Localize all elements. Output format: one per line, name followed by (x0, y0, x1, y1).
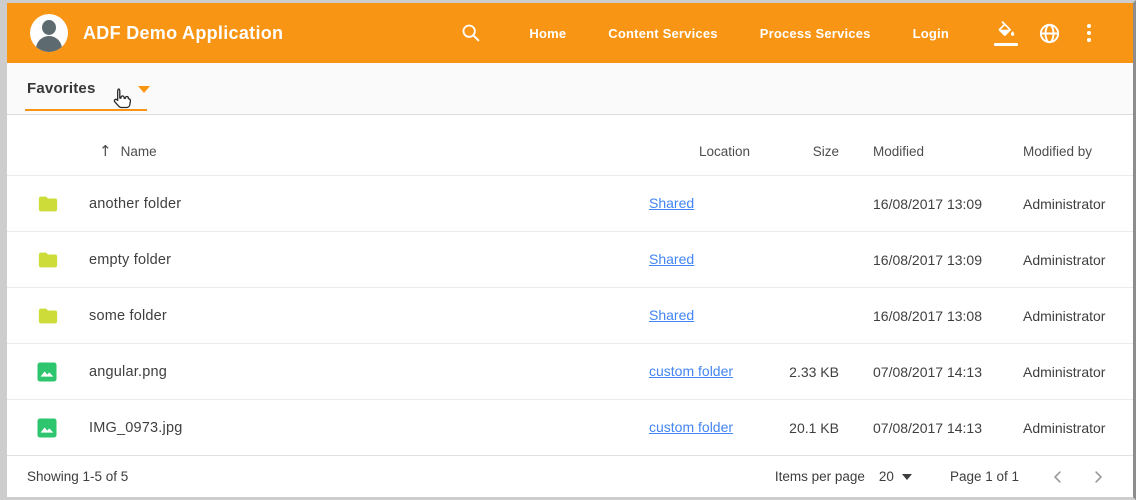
location-link[interactable]: Shared (649, 307, 694, 323)
size-cell: 20.1 KB (759, 420, 839, 436)
column-header-location[interactable]: Location (649, 144, 759, 159)
paginator-bar: Showing 1-5 of 5 Items per page 20 Page … (7, 455, 1133, 497)
table-row[interactable]: empty folder Shared 16/08/2017 13:09 Adm… (7, 231, 1133, 287)
location-link[interactable]: custom folder (649, 419, 733, 435)
file-type-icon-cell (33, 249, 89, 271)
column-header-name[interactable]: ↑ Name (89, 142, 649, 160)
nav-item-process-services[interactable]: Process Services (760, 16, 871, 51)
nav-item-home[interactable]: Home (529, 16, 566, 51)
modified-cell: 07/08/2017 14:13 (839, 364, 1023, 380)
table-row[interactable]: some folder Shared 16/08/2017 13:08 Admi… (7, 287, 1133, 343)
globe-icon[interactable] (1038, 22, 1061, 45)
cursor-pointer (109, 87, 133, 118)
tab-favorites[interactable]: Favorites (27, 80, 96, 97)
image-file-icon (37, 418, 57, 438)
file-name: empty folder (89, 252, 649, 268)
table-header-row: ↑ Name Location Size Modified Modified b… (7, 127, 1133, 175)
app-toolbar: ADF Demo Application Home Content Servic… (7, 3, 1133, 63)
search-icon[interactable] (460, 22, 482, 44)
table-row[interactable]: angular.png custom folder 2.33 KB 07/08/… (7, 343, 1133, 399)
avatar-person-icon (42, 20, 56, 35)
size-cell: 2.33 KB (759, 364, 839, 380)
table-body: another folder Shared 16/08/2017 13:09 A… (7, 175, 1133, 455)
items-per-page-value: 20 (879, 469, 894, 484)
modified-cell: 16/08/2017 13:08 (839, 308, 1023, 324)
file-type-icon-cell (33, 418, 89, 438)
file-name: IMG_0973.jpg (89, 420, 649, 436)
table-row[interactable]: another folder Shared 16/08/2017 13:09 A… (7, 175, 1133, 231)
main-nav: Home Content Services Process Services L… (508, 16, 970, 51)
dropdown-caret-icon (902, 474, 912, 480)
showing-range-label: Showing 1-5 of 5 (27, 469, 128, 484)
column-header-size[interactable]: Size (759, 144, 839, 159)
file-name: another folder (89, 196, 649, 212)
nav-item-content-services[interactable]: Content Services (608, 16, 717, 51)
next-page-button[interactable] (1085, 464, 1111, 490)
user-avatar[interactable] (30, 14, 68, 52)
file-name: some folder (89, 308, 649, 324)
table-row[interactable]: IMG_0973.jpg custom folder 20.1 KB 07/08… (7, 399, 1133, 455)
location-cell: custom folder (649, 419, 759, 436)
location-cell: Shared (649, 307, 759, 324)
location-cell: Shared (649, 251, 759, 268)
modified-by-cell: Administrator (1023, 420, 1123, 436)
chevron-down-icon[interactable] (138, 86, 150, 93)
items-per-page-label: Items per page (775, 469, 865, 484)
page-status: Page 1 of 1 (950, 469, 1019, 484)
column-header-modified[interactable]: Modified (839, 144, 1023, 159)
folder-icon (37, 305, 59, 327)
location-link[interactable]: Shared (649, 195, 694, 211)
modified-by-cell: Administrator (1023, 364, 1123, 380)
items-per-page-select[interactable]: Items per page 20 (775, 469, 912, 484)
modified-cell: 07/08/2017 14:13 (839, 420, 1023, 436)
location-link[interactable]: Shared (649, 251, 694, 267)
image-file-icon (37, 362, 57, 382)
modified-by-cell: Administrator (1023, 252, 1123, 268)
file-name: angular.png (89, 364, 649, 380)
folder-icon (37, 193, 59, 215)
modified-by-cell: Administrator (1023, 196, 1123, 212)
folder-icon (37, 249, 59, 271)
modified-cell: 16/08/2017 13:09 (839, 252, 1023, 268)
paint-bucket-icon[interactable] (994, 21, 1018, 46)
previous-page-button[interactable] (1045, 464, 1071, 490)
modified-by-cell: Administrator (1023, 308, 1123, 324)
view-selector-bar: Favorites (7, 63, 1133, 115)
file-type-icon-cell (33, 362, 89, 382)
document-list: ↑ Name Location Size Modified Modified b… (7, 115, 1133, 455)
sort-ascending-icon: ↑ (99, 142, 112, 160)
modified-cell: 16/08/2017 13:09 (839, 196, 1023, 212)
app-title: ADF Demo Application (83, 23, 283, 44)
location-cell: Shared (649, 195, 759, 212)
more-vertical-icon[interactable] (1081, 22, 1097, 44)
file-type-icon-cell (33, 305, 89, 327)
location-link[interactable]: custom folder (649, 363, 733, 379)
app-window: ADF Demo Application Home Content Servic… (0, 0, 1136, 500)
nav-item-login[interactable]: Login (913, 16, 949, 51)
column-header-modified-by[interactable]: Modified by (1023, 144, 1123, 159)
location-cell: custom folder (649, 363, 759, 380)
file-type-icon-cell (33, 193, 89, 215)
